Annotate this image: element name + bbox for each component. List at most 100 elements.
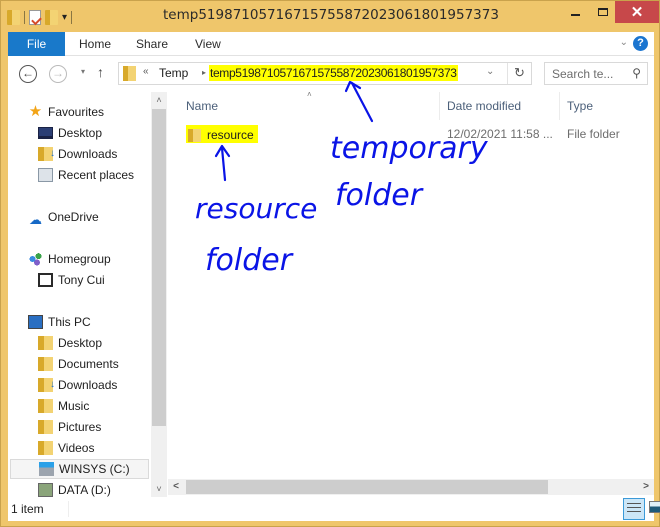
address-overflow-button[interactable]: « (143, 66, 149, 77)
sidebar-item-documents[interactable]: Documents (38, 354, 119, 374)
folder-icon (188, 128, 201, 142)
divider (68, 501, 69, 517)
navigation-bar: ← → ▾ ↑ « Temp ▸ temp5198710571671575587… (8, 56, 654, 92)
status-bar: 1 item (8, 497, 660, 521)
minimize-icon (570, 14, 580, 16)
tab-share[interactable]: Share (126, 32, 178, 56)
sidebar-item-label: Downloads (58, 378, 118, 392)
address-bar[interactable]: « Temp ▸ temp519871057167157558720230618… (118, 62, 532, 85)
navigation-pane-scrollbar[interactable]: ˄ ˅ (151, 92, 167, 497)
divider (507, 63, 508, 84)
sidebar-item-tony-cui[interactable]: Tony Cui (38, 270, 105, 290)
videos-icon (38, 441, 53, 455)
breadcrumb-temp[interactable]: Temp (159, 66, 188, 80)
recent-places-icon (38, 168, 53, 182)
sidebar-item-label: Tony Cui (58, 273, 105, 287)
homegroup-icon (28, 252, 43, 266)
maximize-icon (598, 8, 608, 16)
downloads-icon (38, 144, 55, 164)
forward-button[interactable]: → (49, 65, 67, 83)
system-drive-icon (39, 462, 54, 476)
file-date-modified: 12/02/2021 11:58 ... (447, 127, 553, 141)
column-header-type[interactable]: Type (567, 96, 593, 116)
back-button[interactable]: ← (19, 65, 37, 83)
sidebar-item-label: Videos (58, 441, 95, 455)
column-divider[interactable] (439, 92, 440, 120)
file-name: resource (207, 128, 254, 142)
sidebar-item-label: Desktop (58, 126, 103, 140)
search-icon[interactable]: ⚲ (632, 66, 641, 80)
details-view-button[interactable] (623, 498, 645, 520)
sidebar-item-label: OneDrive (48, 210, 99, 224)
maximize-button[interactable] (589, 1, 617, 23)
navigation-pane: ★ Favourites Desktop Downloads Recent pl… (8, 92, 151, 497)
column-divider[interactable] (559, 92, 560, 120)
pictures-icon (38, 420, 53, 434)
minimize-button[interactable] (561, 1, 589, 23)
file-list-horizontal-scrollbar[interactable]: < > (168, 479, 654, 495)
search-box[interactable]: Search te... ⚲ (544, 62, 648, 85)
sidebar-item-recent-places[interactable]: Recent places (38, 165, 134, 185)
sidebar-item-label: This PC (48, 315, 91, 329)
network-drive-icon (38, 483, 53, 497)
sidebar-item-downloads[interactable]: Downloads (38, 144, 117, 164)
tab-file[interactable]: File (8, 32, 65, 56)
sidebar-item-label: Favourites (48, 105, 105, 119)
sidebar-item-desktop[interactable]: Desktop (38, 123, 102, 143)
address-history-dropdown[interactable]: ⌄ (486, 66, 494, 77)
scroll-right-button[interactable]: > (638, 479, 654, 495)
sidebar-item-homegroup[interactable]: Homegroup (28, 249, 111, 269)
sidebar-item-this-pc[interactable]: This PC (28, 312, 91, 332)
sidebar-item-label: WINSYS (C:) (59, 462, 130, 476)
folder-icon (123, 66, 136, 81)
this-pc-icon (28, 315, 43, 329)
sidebar-item-label: Music (58, 399, 90, 413)
breadcrumb-separator[interactable]: ▸ (202, 68, 206, 77)
sidebar-item-videos[interactable]: Videos (38, 438, 94, 458)
sort-ascending-icon: ˄ (307, 90, 312, 99)
column-header-name[interactable]: Name (186, 96, 218, 116)
large-icons-view-button[interactable] (649, 501, 660, 513)
search-placeholder: Search te... (552, 67, 614, 81)
file-type: File folder (567, 127, 620, 141)
sidebar-item-label: Homegroup (48, 252, 111, 266)
onedrive-icon: ☁ (29, 212, 42, 227)
downloads-icon (38, 375, 55, 395)
help-icon[interactable]: ? (633, 36, 648, 51)
expand-ribbon-icon[interactable]: ⌄ (620, 37, 628, 48)
sidebar-item-label: Recent places (58, 168, 135, 182)
file-name-cell[interactable]: resource (186, 125, 258, 143)
scroll-up-button[interactable]: ˄ (151, 92, 167, 108)
sidebar-item-label: Downloads (58, 147, 118, 161)
file-row[interactable]: resource 12/02/2021 11:58 ... File folde… (186, 125, 654, 145)
item-count: 1 item (11, 502, 44, 516)
sidebar-item-label: Documents (58, 357, 119, 371)
sidebar-item-favourites[interactable]: ★ Favourites (28, 102, 104, 122)
file-list: ˄ Name Date modified Type resource 12/02… (168, 90, 654, 497)
sidebar-item-pictures[interactable]: Pictures (38, 417, 101, 437)
refresh-button[interactable]: ↻ (514, 65, 525, 81)
music-icon (38, 399, 53, 413)
sidebar-item-onedrive[interactable]: ☁ OneDrive (28, 207, 99, 227)
scroll-thumb[interactable] (152, 109, 166, 426)
sidebar-item-music[interactable]: Music (38, 396, 89, 416)
sidebar-item-pc-desktop[interactable]: Desktop (38, 333, 102, 353)
up-button[interactable]: ↑ (97, 64, 104, 80)
tab-view[interactable]: View (185, 32, 231, 56)
tab-home[interactable]: Home (69, 32, 121, 56)
sidebar-item-winsys-c[interactable]: WINSYS (C:) (10, 459, 149, 479)
star-icon: ★ (28, 103, 43, 120)
recent-locations-button[interactable]: ▾ (81, 67, 85, 76)
sidebar-item-label: Pictures (58, 420, 102, 434)
sidebar-item-pc-downloads[interactable]: Downloads (38, 375, 117, 395)
close-button[interactable]: ✕ (615, 1, 659, 23)
scroll-down-button[interactable]: ˅ (151, 481, 167, 497)
desktop-folder-icon (38, 336, 53, 350)
scroll-left-button[interactable]: < (168, 479, 184, 495)
user-icon (38, 273, 53, 287)
title-bar: ▾ temp5198710571671575587202306180195737… (1, 1, 660, 32)
column-header-date-modified[interactable]: Date modified (447, 96, 521, 116)
breadcrumb-current-folder[interactable]: temp51987105716715755872023061801957373 (209, 65, 458, 81)
ribbon: File Home Share View ⌄ ? (8, 32, 654, 56)
scroll-thumb[interactable] (186, 480, 548, 494)
